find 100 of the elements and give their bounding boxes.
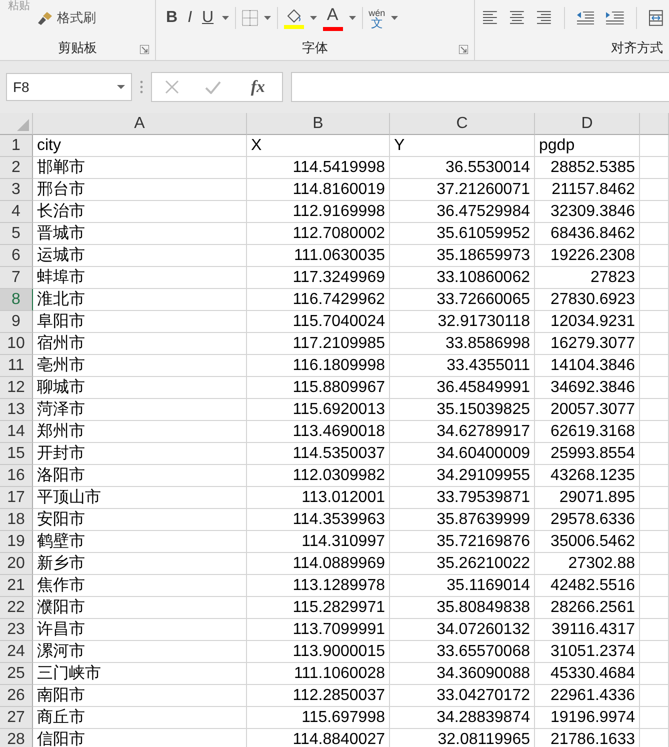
row-header[interactable]: 25 bbox=[0, 663, 33, 685]
table-cell: 开封市 bbox=[33, 443, 247, 465]
row-header[interactable]: 15 bbox=[0, 443, 33, 465]
table-cell: 37.21260071 bbox=[390, 179, 535, 201]
dropdown-caret-icon[interactable] bbox=[348, 16, 356, 20]
dialog-launcher-icon[interactable] bbox=[459, 45, 468, 54]
increase-indent-icon[interactable] bbox=[606, 11, 624, 25]
row-header[interactable]: 9 bbox=[0, 311, 33, 333]
font-color-button[interactable]: A bbox=[322, 5, 343, 31]
italic-button[interactable]: I bbox=[186, 6, 194, 30]
row-header[interactable]: 28 bbox=[0, 729, 33, 747]
column-header[interactable]: C bbox=[390, 113, 535, 135]
table-cell: 34.60400009 bbox=[390, 443, 535, 465]
align-center-icon[interactable] bbox=[510, 11, 525, 25]
row-header[interactable]: 19 bbox=[0, 531, 33, 553]
table-cell: 新乡市 bbox=[33, 553, 247, 575]
row-header[interactable]: 1 bbox=[0, 135, 33, 157]
table-cell: 111.0630035 bbox=[247, 245, 390, 267]
table-cell: 28266.2561 bbox=[535, 597, 640, 619]
empty-cell bbox=[640, 487, 669, 509]
dropdown-caret-icon[interactable] bbox=[117, 85, 125, 89]
row-header[interactable]: 7 bbox=[0, 267, 33, 289]
table-cell: 商丘市 bbox=[33, 707, 247, 729]
table-cell: 34.36090088 bbox=[390, 663, 535, 685]
row-header[interactable]: 18 bbox=[0, 509, 33, 531]
align-right-icon[interactable] bbox=[536, 11, 552, 25]
fill-color-icon[interactable] bbox=[284, 7, 304, 29]
drag-handle-icon[interactable] bbox=[140, 80, 143, 94]
name-box[interactable]: F8 bbox=[6, 73, 132, 101]
table-cell: 43268.1235 bbox=[535, 465, 640, 487]
row-header[interactable]: 22 bbox=[0, 597, 33, 619]
insert-function-button[interactable]: fx bbox=[246, 77, 270, 97]
table-cell: 洛阳市 bbox=[33, 465, 247, 487]
formula-input[interactable] bbox=[291, 72, 669, 102]
table-cell: 19226.2308 bbox=[535, 245, 640, 267]
row-header[interactable]: 3 bbox=[0, 179, 33, 201]
table-cell: 114.8840027 bbox=[247, 729, 390, 747]
row-header[interactable]: 27 bbox=[0, 707, 33, 729]
row-header[interactable]: 11 bbox=[0, 355, 33, 377]
table-cell: 34.62789917 bbox=[390, 421, 535, 443]
empty-cell bbox=[640, 509, 669, 531]
row-header[interactable]: 10 bbox=[0, 333, 33, 355]
table-cell: 33.8586998 bbox=[390, 333, 535, 355]
table-cell: 112.2850037 bbox=[247, 685, 390, 707]
format-painter-button[interactable]: 格式刷 bbox=[36, 6, 98, 30]
empty-cell bbox=[640, 663, 669, 685]
borders-icon[interactable] bbox=[242, 10, 258, 26]
decrease-indent-icon[interactable] bbox=[576, 11, 594, 25]
table-cell: 漯河市 bbox=[33, 641, 247, 663]
align-left-icon[interactable] bbox=[483, 11, 498, 25]
table-cell: 45330.4684 bbox=[535, 663, 640, 685]
table-cell: 115.7040024 bbox=[247, 311, 390, 333]
row-header[interactable]: 23 bbox=[0, 619, 33, 641]
table-cell: Y bbox=[390, 135, 535, 157]
table-cell: 长治市 bbox=[33, 201, 247, 223]
table-cell: 35.80849838 bbox=[390, 597, 535, 619]
row-header[interactable]: 16 bbox=[0, 465, 33, 487]
bold-button[interactable]: B bbox=[164, 6, 180, 30]
table-cell: 菏泽市 bbox=[33, 399, 247, 421]
table-cell: 33.65570068 bbox=[390, 641, 535, 663]
column-header[interactable]: A bbox=[33, 113, 247, 135]
row-header[interactable]: 5 bbox=[0, 223, 33, 245]
table-cell: 许昌市 bbox=[33, 619, 247, 641]
phonetic-guide-button[interactable]: wén 文 bbox=[368, 8, 386, 28]
row-header[interactable]: 13 bbox=[0, 399, 33, 421]
row-header[interactable]: 6 bbox=[0, 245, 33, 267]
column-header[interactable]: D bbox=[535, 113, 640, 135]
dropdown-caret-icon[interactable] bbox=[222, 16, 229, 20]
row-header[interactable]: 20 bbox=[0, 553, 33, 575]
row-header[interactable]: 2 bbox=[0, 157, 33, 179]
table-cell: 113.012001 bbox=[247, 487, 390, 509]
merge-cells-icon[interactable] bbox=[649, 10, 663, 26]
table-cell: 112.0309982 bbox=[247, 465, 390, 487]
row-header[interactable]: 12 bbox=[0, 377, 33, 399]
table-cell: 34.07260132 bbox=[390, 619, 535, 641]
dialog-launcher-icon[interactable] bbox=[140, 45, 149, 54]
row-header[interactable]: 4 bbox=[0, 201, 33, 223]
row-header[interactable]: 8 bbox=[0, 289, 33, 311]
table-cell: 34.28839874 bbox=[390, 707, 535, 729]
row-header[interactable]: 26 bbox=[0, 685, 33, 707]
row-header[interactable]: 17 bbox=[0, 487, 33, 509]
table-cell: 宿州市 bbox=[33, 333, 247, 355]
empty-cell bbox=[640, 531, 669, 553]
underline-button[interactable]: U bbox=[200, 6, 216, 30]
column-header[interactable]: B bbox=[247, 113, 390, 135]
dropdown-caret-icon[interactable] bbox=[310, 16, 317, 20]
empty-cell bbox=[640, 641, 669, 663]
table-cell: 晋城市 bbox=[33, 223, 247, 245]
table-cell: 62619.3168 bbox=[535, 421, 640, 443]
row-header[interactable]: 21 bbox=[0, 575, 33, 597]
table-cell: 32309.3846 bbox=[535, 201, 640, 223]
table-cell: 113.7099991 bbox=[247, 619, 390, 641]
dropdown-caret-icon[interactable] bbox=[391, 16, 398, 20]
empty-cell bbox=[640, 685, 669, 707]
row-header[interactable]: 24 bbox=[0, 641, 33, 663]
empty-cell bbox=[640, 707, 669, 729]
row-header[interactable]: 14 bbox=[0, 421, 33, 443]
dropdown-caret-icon[interactable] bbox=[264, 16, 271, 20]
table-cell: 29578.6336 bbox=[535, 509, 640, 531]
group-label: 对齐方式 bbox=[611, 39, 663, 57]
